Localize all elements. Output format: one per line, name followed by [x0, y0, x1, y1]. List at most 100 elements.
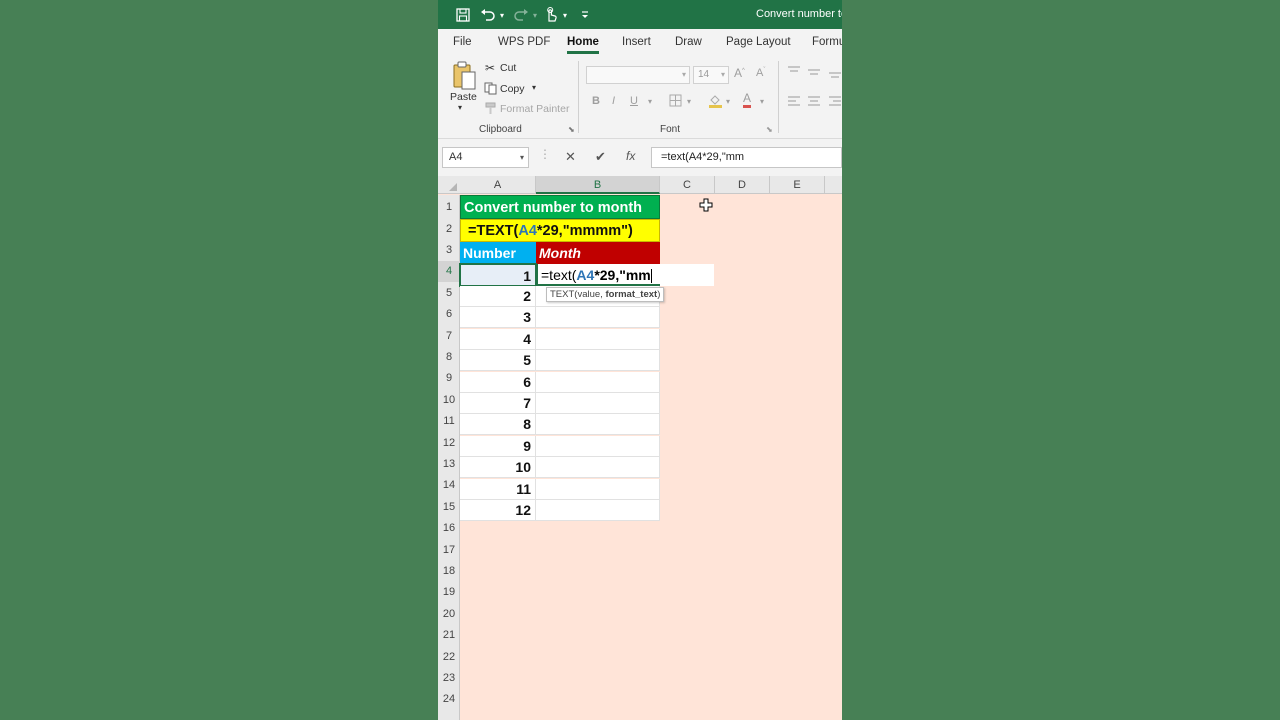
paste-icon[interactable] — [451, 61, 477, 94]
formula-example-cell[interactable]: =TEXT(A4*29,"mmmm") — [460, 219, 660, 242]
font-color-dropdown-icon[interactable]: ▾ — [760, 97, 764, 106]
month-cell[interactable] — [536, 329, 660, 351]
month-cell[interactable] — [536, 393, 660, 415]
row-header[interactable]: 11 — [438, 411, 460, 432]
font-color-button[interactable]: A — [743, 92, 752, 108]
number-cell-selected[interactable]: 1 — [459, 263, 537, 287]
align-center-icon[interactable] — [807, 95, 821, 110]
row-header[interactable]: 20 — [438, 604, 460, 625]
clipboard-launcher-icon[interactable]: ⬊ — [568, 125, 575, 134]
bold-button[interactable]: B — [592, 95, 600, 107]
column-header-a[interactable]: A — [460, 176, 536, 194]
font-launcher-icon[interactable]: ⬊ — [766, 125, 773, 134]
align-middle-icon[interactable] — [807, 67, 821, 82]
number-cell[interactable]: 4 — [460, 329, 536, 351]
column-header-d[interactable]: D — [715, 176, 770, 194]
undo-dropdown-icon[interactable]: ▾ — [497, 6, 507, 24]
row-header[interactable]: 17 — [438, 540, 460, 561]
row-header[interactable]: 19 — [438, 582, 460, 603]
row-header[interactable]: 8 — [438, 347, 460, 368]
format-painter-label[interactable]: Format Painter — [500, 103, 569, 115]
tab-page-layout[interactable]: Page Layout — [726, 36, 791, 48]
column-header-c[interactable]: C — [660, 176, 715, 194]
number-cell[interactable]: 10 — [460, 457, 536, 479]
row-header[interactable]: 1 — [438, 197, 460, 218]
row-header[interactable]: 3 — [438, 240, 460, 261]
month-cell[interactable] — [536, 457, 660, 479]
row-header[interactable]: 22 — [438, 647, 460, 668]
month-cell[interactable] — [536, 350, 660, 372]
fill-color-dropdown-icon[interactable]: ▾ — [726, 97, 730, 106]
month-cell[interactable] — [536, 414, 660, 436]
number-cell[interactable]: 11 — [460, 479, 536, 501]
sheet-title-cell[interactable]: Convert number to month — [460, 195, 660, 219]
align-right-icon[interactable] — [828, 95, 842, 110]
undo-icon[interactable] — [479, 6, 497, 24]
tab-wps-pdf[interactable]: WPS PDF — [498, 36, 550, 48]
redo-icon[interactable] — [512, 6, 530, 24]
underline-button[interactable]: U — [630, 95, 638, 107]
row-header[interactable]: 5 — [438, 283, 460, 304]
enter-icon[interactable]: ✔ — [595, 149, 606, 165]
tab-home[interactable]: Home — [567, 36, 599, 54]
format-painter-icon[interactable] — [484, 102, 497, 118]
month-cell[interactable] — [536, 479, 660, 501]
borders-dropdown-icon[interactable]: ▾ — [687, 97, 691, 106]
number-cell[interactable]: 5 — [460, 350, 536, 372]
month-cell[interactable] — [536, 500, 660, 522]
tab-draw[interactable]: Draw — [675, 36, 702, 48]
align-top-icon[interactable] — [787, 65, 801, 80]
cut-icon[interactable]: ✂ — [485, 61, 495, 75]
redo-dropdown-icon[interactable]: ▾ — [530, 6, 540, 24]
align-bottom-icon[interactable] — [828, 69, 842, 84]
paste-label[interactable]: Paste — [450, 91, 477, 103]
number-cell[interactable]: 12 — [460, 500, 536, 522]
copy-dropdown-icon[interactable]: ▾ — [532, 83, 536, 92]
touch-dropdown-icon[interactable]: ▾ — [560, 6, 570, 24]
row-header[interactable]: 23 — [438, 668, 460, 689]
decrease-font-icon[interactable]: Aˇ — [756, 67, 765, 79]
name-box[interactable]: A4 ▾ — [442, 147, 529, 168]
editing-cell[interactable]: =text(A4*29,"mm — [536, 264, 714, 286]
fill-color-icon[interactable] — [708, 93, 723, 111]
row-header-selected[interactable]: 4 — [438, 261, 460, 283]
row-header[interactable]: 10 — [438, 390, 460, 411]
copy-icon[interactable] — [484, 82, 497, 98]
month-cell[interactable] — [536, 372, 660, 394]
italic-button[interactable]: I — [612, 95, 615, 107]
month-cell[interactable] — [536, 307, 660, 329]
row-header[interactable]: 12 — [438, 433, 460, 454]
tab-file[interactable]: File — [453, 36, 472, 48]
row-header[interactable]: 14 — [438, 475, 460, 496]
number-header-cell[interactable]: Number — [460, 242, 536, 264]
row-header[interactable]: 15 — [438, 497, 460, 518]
save-icon[interactable] — [454, 6, 472, 24]
copy-label[interactable]: Copy — [500, 83, 525, 95]
row-header[interactable]: 2 — [438, 219, 460, 240]
cancel-icon[interactable]: ✕ — [565, 149, 576, 165]
column-header-e[interactable]: E — [770, 176, 825, 194]
borders-icon[interactable] — [669, 94, 682, 110]
month-header-cell[interactable]: Month — [536, 242, 660, 264]
number-cell[interactable]: 8 — [460, 414, 536, 436]
number-cell[interactable]: 7 — [460, 393, 536, 415]
row-header[interactable]: 6 — [438, 304, 460, 325]
underline-dropdown-icon[interactable]: ▾ — [648, 97, 652, 106]
number-cell[interactable]: 9 — [460, 436, 536, 458]
touch-mode-icon[interactable] — [542, 6, 560, 24]
row-header[interactable]: 7 — [438, 326, 460, 347]
font-size-combo[interactable]: 14 ▾ — [693, 66, 729, 84]
formula-input[interactable]: =text(A4*29,"mm — [651, 147, 842, 168]
tab-formulas[interactable]: Formu — [812, 36, 842, 48]
row-header[interactable]: 21 — [438, 625, 460, 646]
month-cell[interactable] — [536, 436, 660, 458]
font-name-combo[interactable]: ▾ — [586, 66, 690, 84]
row-header[interactable]: 13 — [438, 454, 460, 475]
number-cell[interactable]: 2 — [460, 286, 536, 308]
row-header[interactable]: 16 — [438, 518, 460, 539]
number-cell[interactable]: 6 — [460, 372, 536, 394]
row-header[interactable]: 9 — [438, 368, 460, 389]
column-header-b[interactable]: B — [536, 176, 660, 194]
customize-toolbar-icon[interactable] — [578, 6, 592, 24]
insert-function-icon[interactable]: fx — [626, 149, 635, 163]
